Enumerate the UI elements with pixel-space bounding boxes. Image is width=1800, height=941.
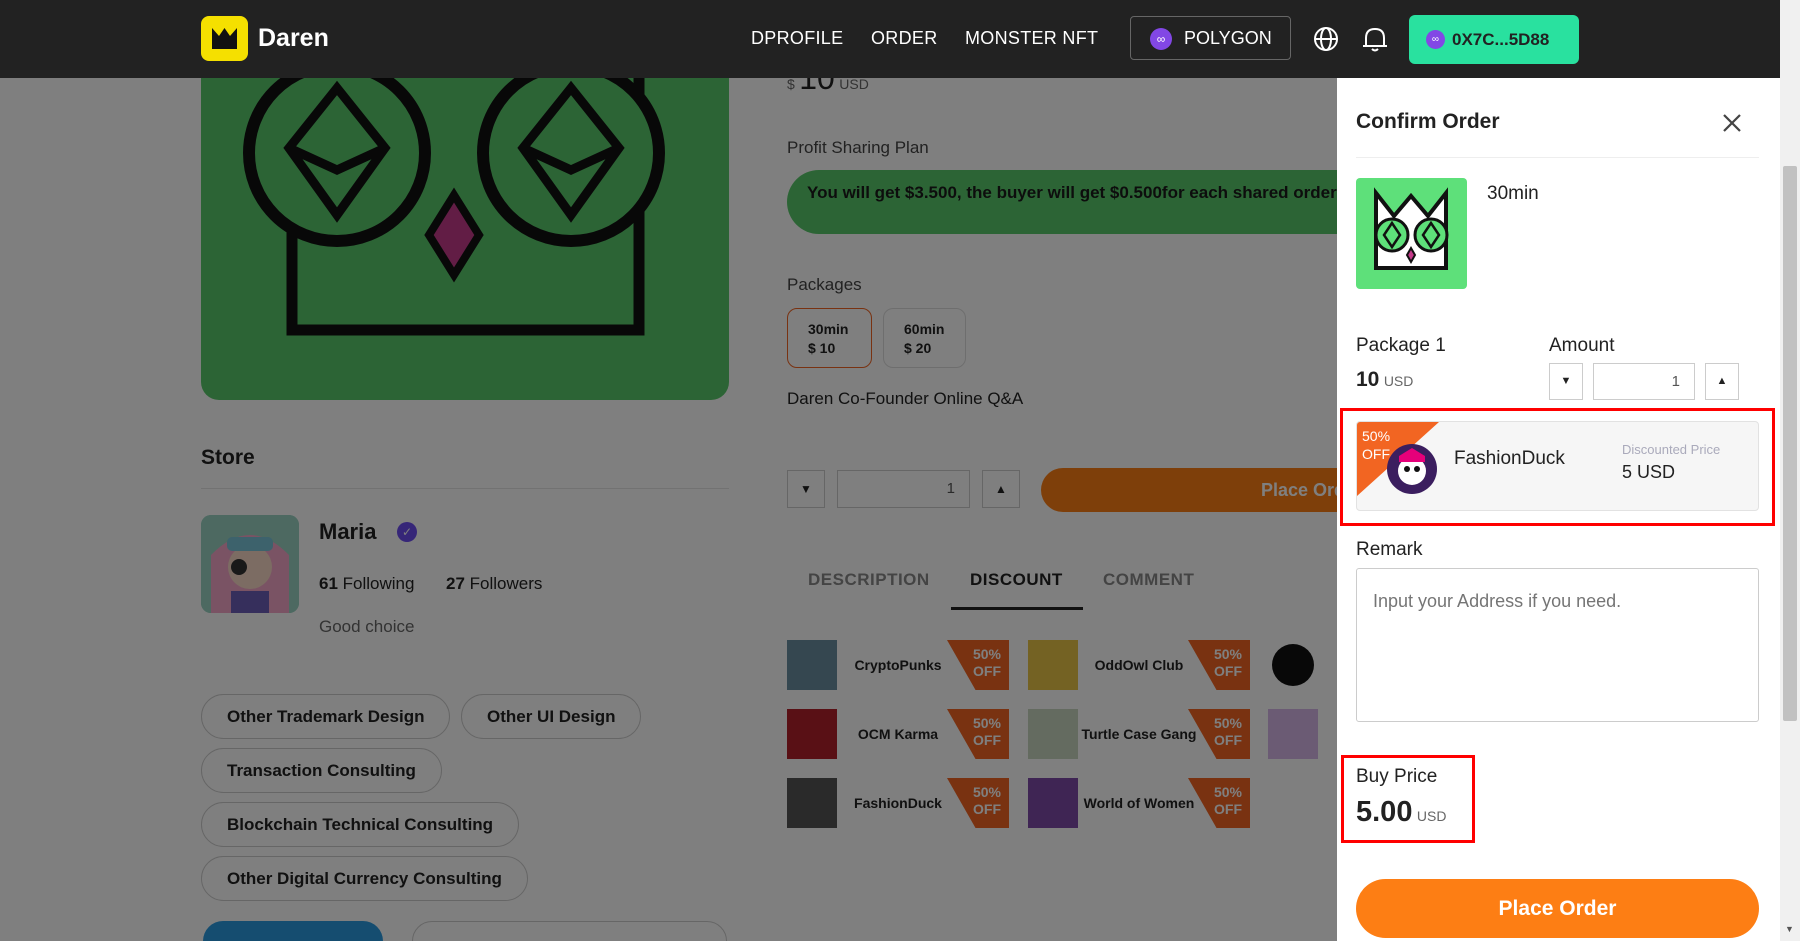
globe-icon[interactable] (1313, 26, 1339, 57)
crown-glyph (212, 28, 237, 49)
wallet-address: 0X7C...5D88 (1452, 30, 1550, 49)
amount-increase-button[interactable]: ▲ (1705, 363, 1739, 400)
caret-up-icon: ▲ (1716, 375, 1728, 387)
package-price: 10 USD (1356, 368, 1413, 392)
product-thumbnail (1356, 178, 1467, 289)
remark-label: Remark (1356, 539, 1423, 560)
discounted-price-value: 5 USD (1622, 462, 1676, 482)
product-name: 30min (1487, 183, 1539, 204)
top-nav-bar: Daren DPROFILE ORDER MONSTER NFT ∞ POLYG… (0, 0, 1780, 78)
amount-decrease-button[interactable]: ▼ (1549, 363, 1583, 400)
discount-collection-name: FashionDuck (1454, 448, 1565, 469)
buy-price: 5.00 USD (1356, 796, 1446, 829)
amount-input[interactable]: 1 (1593, 363, 1695, 400)
nav-monster-nft[interactable]: MONSTER NFT (965, 28, 1098, 49)
remark-input[interactable] (1356, 568, 1759, 722)
polygon-icon: ∞ (1150, 28, 1172, 50)
caret-down-icon: ▼ (1560, 375, 1572, 387)
daren-logo-icon[interactable] (201, 16, 248, 61)
scrollbar-thumb[interactable] (1783, 166, 1797, 721)
scroll-down-arrow-icon[interactable]: ▼ (1785, 924, 1794, 934)
network-label: POLYGON (1184, 28, 1272, 48)
nav-dprofile[interactable]: DPROFILE (751, 28, 843, 49)
package-price-unit: USD (1383, 373, 1414, 389)
panel-title: Confirm Order (1356, 110, 1500, 133)
buy-price-label: Buy Price (1356, 766, 1438, 787)
notification-bell-icon[interactable] (1360, 26, 1390, 57)
close-icon[interactable] (1717, 108, 1747, 138)
amount-label: Amount (1549, 335, 1615, 356)
package-label: Package 1 (1356, 335, 1446, 356)
selected-discount-card[interactable]: 50% OFF FashionDuck Discounted Price 5 US… (1356, 421, 1759, 511)
divider (1356, 157, 1759, 158)
scrollbar-track[interactable]: ▼ (1780, 0, 1800, 941)
panel-place-order-button[interactable]: Place Order (1356, 879, 1759, 938)
network-selector-button[interactable]: ∞ POLYGON (1130, 16, 1291, 60)
discount-off-text: 50% OFF (1362, 428, 1391, 462)
nav-order[interactable]: ORDER (871, 28, 938, 49)
package-price-value: 10 (1356, 368, 1380, 391)
wallet-address-button[interactable]: ∞ 0X7C...5D88 (1409, 15, 1579, 64)
confirm-order-panel: Confirm Order 30min Package 1 10 USD Amo… (1337, 78, 1780, 941)
buy-price-value: 5.00 (1356, 796, 1413, 828)
discounted-price-label: Discounted Price (1622, 442, 1721, 457)
brand-name[interactable]: Daren (258, 24, 329, 53)
buy-price-unit: USD (1416, 808, 1447, 824)
polygon-icon: ∞ (1426, 30, 1445, 49)
owl-nft-thumbnail (1374, 187, 1449, 270)
fashionduck-avatar (1387, 444, 1437, 494)
